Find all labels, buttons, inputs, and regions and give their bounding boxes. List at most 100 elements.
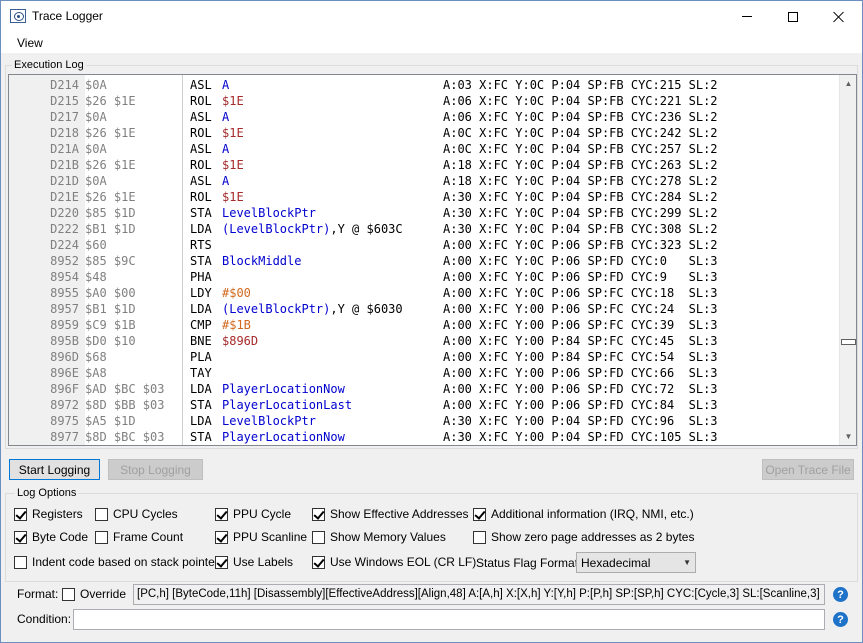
status-flag-format-select[interactable]: Hexadecimal ▼ <box>576 552 696 573</box>
log-cpu-state: A:30 X:FC Y:00 P:04 SP:FD CYC:105 SL:3 <box>443 430 718 444</box>
ppu-cycle-checkbox[interactable]: PPU Cycle <box>215 506 291 522</box>
log-pc: 8954 <box>50 270 79 284</box>
checkbox-box[interactable] <box>215 507 228 521</box>
ppu-scanline-checkbox[interactable]: PPU Scanline <box>215 529 307 545</box>
stop-logging-button[interactable]: Stop Logging <box>108 459 203 480</box>
condition-input[interactable] <box>73 609 825 630</box>
log-row[interactable]: 896F $AD $BC $03 LDA PlayerLocationNow A:00 … <box>9 381 839 397</box>
checkbox-box[interactable] <box>215 530 228 544</box>
ppu-cycle-label: PPU Cycle <box>233 507 292 521</box>
title-bar[interactable]: Trace Logger <box>1 1 862 32</box>
checkbox-box[interactable] <box>312 507 325 521</box>
scroll-thumb[interactable] <box>841 339 856 345</box>
checkbox-box[interactable] <box>473 530 486 544</box>
log-operand: LevelBlockPtr <box>222 413 316 429</box>
log-row[interactable]: 895B $D0 $10 BNE $896D A:00 X:FC Y:00 P:84 S… <box>9 333 839 349</box>
log-row[interactable]: D218 $26 $1E ROL $1E A:0C X:FC Y:0C P:04 SP:… <box>9 125 839 141</box>
log-opcode: LDA <box>190 382 212 396</box>
minimize-button[interactable] <box>724 1 770 32</box>
maximize-icon <box>788 11 798 22</box>
log-operand: A <box>222 77 229 93</box>
show-effective-addresses-checkbox[interactable]: Show Effective Addresses <box>312 506 469 522</box>
start-logging-button[interactable]: Start Logging <box>9 459 100 480</box>
use-labels-checkbox[interactable]: Use Labels <box>215 554 293 570</box>
checkbox-box[interactable] <box>312 555 325 569</box>
windows-eol-checkbox[interactable]: Use Windows EOL (CR LF) <box>312 554 476 570</box>
cpu-cycles-checkbox[interactable]: CPU Cycles <box>95 506 178 522</box>
scroll-down-icon[interactable]: ▼ <box>840 428 856 445</box>
show-memory-values-checkbox[interactable]: Show Memory Values <box>312 529 446 545</box>
additional-info-checkbox[interactable]: Additional information (IRQ, NMI, etc.) <box>473 506 694 522</box>
menu-view[interactable]: View <box>10 36 50 50</box>
log-pc: 895B <box>50 334 79 348</box>
log-pc: 8952 <box>50 254 79 268</box>
log-row[interactable]: D21A $0A ASL A A:0C X:FC Y:0C P:04 SP:FB CYC… <box>9 141 839 157</box>
log-vertical-scrollbar[interactable]: ▲ ▼ <box>839 75 856 445</box>
condition-label: Condition: <box>17 612 72 626</box>
override-checkbox[interactable]: Override <box>62 586 126 602</box>
log-row[interactable]: D222 $B1 $1D LDA (LevelBlockPtr),Y @ $603C A… <box>9 221 839 237</box>
log-row[interactable]: D215 $26 $1E ROL $1E A:06 X:FC Y:0C P:04 SP:… <box>9 93 839 109</box>
format-help-icon[interactable]: ? <box>833 587 848 602</box>
log-opcode: STA <box>190 254 212 268</box>
minimize-icon <box>742 16 752 17</box>
log-opcode: CMP <box>190 318 212 332</box>
log-cpu-state: A:00 X:FC Y:0C P:06 SP:FB CYC:323 SL:2 <box>443 238 718 252</box>
log-row[interactable]: D21E $26 $1E ROL $1E A:30 X:FC Y:0C P:04 SP:… <box>9 189 839 205</box>
log-row[interactable]: 8975 $A5 $1D LDA LevelBlockPtr A:30 X:FC Y:0… <box>9 413 839 429</box>
scroll-up-icon[interactable]: ▲ <box>840 75 856 92</box>
frame-count-checkbox[interactable]: Frame Count <box>95 529 183 545</box>
checkbox-box[interactable] <box>95 530 108 544</box>
log-row[interactable]: 8955 $A0 $00 LDY #$00 A:00 X:FC Y:0C P:06 SP… <box>9 285 839 301</box>
log-operand-value: #$00 <box>222 286 251 300</box>
log-operand: #$1B <box>222 317 251 333</box>
log-bytecode: $0A <box>85 78 107 92</box>
log-operand: $1E <box>222 189 244 205</box>
checkbox-box[interactable] <box>14 555 27 569</box>
close-button[interactable] <box>816 1 862 32</box>
checkbox-box[interactable] <box>14 507 27 521</box>
log-bytecode: $26 $1E <box>85 190 136 204</box>
checkbox-box[interactable] <box>62 587 75 601</box>
checkbox-box[interactable] <box>312 530 325 544</box>
log-row[interactable]: D214 $0A ASL A A:03 X:FC Y:0C P:04 SP:FB CYC… <box>9 77 839 93</box>
log-row[interactable]: D220 $85 $1D STA LevelBlockPtr A:30 X:FC Y:0… <box>9 205 839 221</box>
log-cpu-state: A:00 X:FC Y:00 P:06 SP:FD CYC:84 SL:3 <box>443 398 718 412</box>
format-string-field[interactable]: [PC,h] [ByteCode,11h] [Disassembly][Effe… <box>133 584 825 605</box>
checkbox-box[interactable] <box>215 555 228 569</box>
log-row[interactable]: D224 $60 RTS A:00 X:FC Y:0C P:06 SP:FB CYC:… <box>9 237 839 253</box>
use-labels-label: Use Labels <box>233 555 294 569</box>
byte-code-checkbox[interactable]: Byte Code <box>14 529 88 545</box>
log-options-label: Log Options <box>15 487 79 499</box>
log-row[interactable]: D217 $0A ASL A A:06 X:FC Y:0C P:04 SP:FB CYC… <box>9 109 839 125</box>
indent-code-checkbox[interactable]: Indent code based on stack pointer <box>14 554 219 570</box>
log-row[interactable]: 8977 $8D $BC $03 STA PlayerLocationNow A:30 … <box>9 429 839 445</box>
log-row[interactable]: 8952 $85 $9C STA BlockMiddle A:00 X:FC Y:0C … <box>9 253 839 269</box>
registers-checkbox[interactable]: Registers <box>14 506 83 522</box>
log-row[interactable]: 8954 $48 PHA A:00 X:FC Y:0C P:06 SP:FD CYC:… <box>9 269 839 285</box>
log-row[interactable]: D21D $0A ASL A A:18 X:FC Y:0C P:04 SP:FB CYC… <box>9 173 839 189</box>
checkbox-box[interactable] <box>95 507 108 521</box>
condition-help-icon[interactable]: ? <box>833 612 848 627</box>
open-trace-file-button[interactable]: Open Trace File <box>762 459 854 480</box>
log-row[interactable]: 8957 $B1 $1D LDA (LevelBlockPtr),Y @ $6030 A… <box>9 301 839 317</box>
registers-label: Registers <box>32 507 83 521</box>
log-pc: D215 <box>50 94 79 108</box>
execution-log-view[interactable]: D214 $0A ASL A A:03 X:FC Y:0C P:04 SP:FB CYC… <box>8 74 857 446</box>
log-pc: D218 <box>50 126 79 140</box>
zero-page-checkbox[interactable]: Show zero page addresses as 2 bytes <box>473 529 694 545</box>
log-row[interactable]: D21B $26 $1E ROL $1E A:18 X:FC Y:0C P:04 SP:… <box>9 157 839 173</box>
log-bytecode: $26 $1E <box>85 158 136 172</box>
chevron-down-icon: ▼ <box>683 558 691 567</box>
log-row[interactable]: 896D $68 PLA A:00 X:FC Y:00 P:84 SP:FC CYC:… <box>9 349 839 365</box>
log-opcode: STA <box>190 398 212 412</box>
log-operand-value: A <box>222 142 230 156</box>
log-opcode: STA <box>190 430 212 444</box>
log-row[interactable]: 8972 $8D $BB $03 STA PlayerLocationLast A:00… <box>9 397 839 413</box>
checkbox-box[interactable] <box>473 507 486 521</box>
log-row[interactable]: 896E $A8 TAY A:00 X:FC Y:00 P:06 SP:FD CYC:… <box>9 365 839 381</box>
checkbox-box[interactable] <box>14 530 27 544</box>
log-row[interactable]: 8959 $C9 $1B CMP #$1B A:00 X:FC Y:00 P:06 SP… <box>9 317 839 333</box>
log-pc: D21A <box>50 142 79 156</box>
maximize-button[interactable] <box>770 1 816 32</box>
